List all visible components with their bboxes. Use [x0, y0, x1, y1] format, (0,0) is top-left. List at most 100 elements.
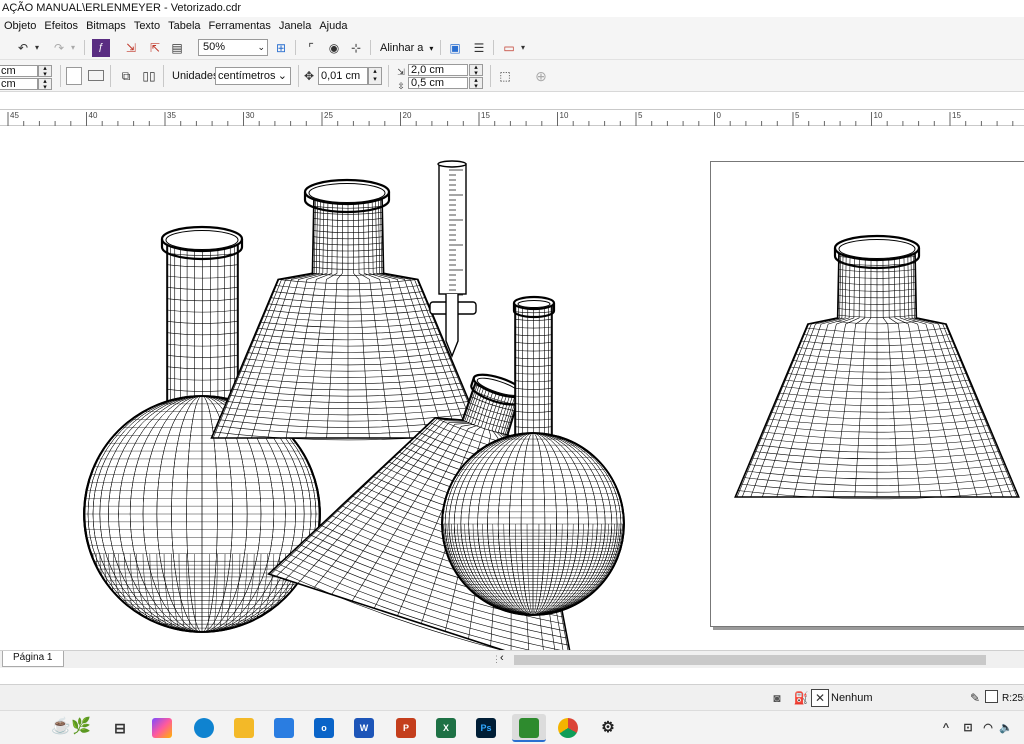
- welcome-screen-icon[interactable]: ▣: [446, 39, 464, 57]
- chevron-down-icon: ⌄: [257, 42, 265, 52]
- duplicate-x-spinner[interactable]: ▴ ▾: [469, 64, 483, 77]
- ruler-ticks: [7, 112, 1014, 126]
- color-proof-icon[interactable]: ◙: [768, 689, 786, 707]
- full-screen-icon[interactable]: ⊞: [272, 39, 290, 57]
- ruler-tick-label: 15: [481, 111, 490, 120]
- ruler-tick-label: 45: [10, 111, 19, 120]
- launch-dropdown-icon[interactable]: ▾: [518, 39, 528, 57]
- units-value: centímetros: [218, 70, 276, 82]
- publish-pdf-icon[interactable]: ▤: [168, 39, 186, 57]
- outline-color-swatch[interactable]: [985, 690, 998, 703]
- duplicate-x-field[interactable]: 2,0 cm: [408, 64, 468, 76]
- chevron-down-icon: ⌄: [277, 70, 287, 82]
- scroll-left-icon[interactable]: ‹: [500, 652, 504, 664]
- store-icon[interactable]: [274, 718, 294, 738]
- copilot-icon[interactable]: [152, 718, 172, 738]
- task-view-icon[interactable]: ⊟: [110, 718, 130, 738]
- page-width-spinner[interactable]: ▴ ▾: [38, 65, 52, 78]
- chrome-icon[interactable]: [558, 718, 578, 738]
- edge-icon[interactable]: [194, 718, 214, 738]
- horizontal-ruler[interactable]: 4540353025201510505101520: [0, 109, 1024, 126]
- no-fill-icon[interactable]: ✕: [811, 689, 829, 707]
- portrait-icon[interactable]: [66, 67, 82, 85]
- weather-widget-icon[interactable]: ☕🌿: [46, 717, 96, 739]
- menu-efeitos[interactable]: Efeitos: [44, 20, 78, 32]
- photoshop-icon[interactable]: Ps: [476, 718, 496, 738]
- word-icon[interactable]: W: [354, 718, 374, 738]
- menu-objeto[interactable]: Objeto: [4, 20, 36, 32]
- treat-as-filled-icon[interactable]: ⬚: [496, 67, 514, 85]
- menu-ferramentas[interactable]: Ferramentas: [209, 20, 271, 32]
- coreldraw-icon: [519, 718, 539, 738]
- launch-app-icon[interactable]: ▭: [500, 39, 518, 57]
- menu-texto[interactable]: Texto: [134, 20, 160, 32]
- file-explorer-icon[interactable]: [234, 718, 254, 738]
- options-icon[interactable]: ☰: [470, 39, 488, 57]
- menu-janela[interactable]: Janela: [279, 20, 311, 32]
- outlook-icon[interactable]: o: [314, 718, 334, 738]
- status-bar: ◙ ⛽ ✕ Nenhum ✎ R:255: [0, 684, 1024, 710]
- current-page-icon[interactable]: ▯▯: [140, 67, 158, 85]
- page-width-field[interactable]: cm: [0, 65, 38, 77]
- ruler-tick-label: 10: [873, 111, 883, 120]
- redo-dropdown-icon[interactable]: ▾: [68, 39, 78, 57]
- redo-icon[interactable]: ↷: [50, 39, 68, 57]
- round-flask-neck-right[interactable]: [514, 303, 553, 443]
- meet-now-icon[interactable]: ⊡: [958, 718, 978, 738]
- page-height-field[interactable]: cm: [0, 78, 38, 90]
- window-title: AÇÃO MANUAL\ERLENMEYER - Vetorizado.cdr: [0, 0, 1024, 17]
- align-to-button[interactable]: Alinhar a ▾: [380, 39, 433, 57]
- ruler-tick-label: 5: [795, 111, 800, 120]
- horizontal-scrollbar[interactable]: [514, 655, 986, 665]
- guidelines-icon[interactable]: ⊹: [347, 39, 365, 57]
- ruler-tick-label: 5: [638, 111, 643, 120]
- outline-pen-icon[interactable]: ✎: [966, 689, 984, 707]
- fill-bucket-icon[interactable]: ⛽: [792, 689, 810, 707]
- excel-icon[interactable]: X: [436, 718, 456, 738]
- printable-page[interactable]: [710, 161, 1024, 627]
- grid-icon[interactable]: ◉: [325, 39, 343, 57]
- nudge-distance-value: 0,01 cm: [321, 70, 361, 82]
- ruler-tick-label: 15: [952, 111, 961, 120]
- menu-tabela[interactable]: Tabela: [168, 20, 200, 32]
- wifi-icon[interactable]: ◠: [978, 718, 998, 738]
- ruler-tick-label: 20: [402, 111, 412, 120]
- ruler-tick-label: 25: [324, 111, 333, 120]
- rulers-icon[interactable]: ⌜: [302, 39, 320, 57]
- undo-icon[interactable]: ↶: [14, 39, 32, 57]
- units-select[interactable]: centímetros ⌄: [215, 67, 291, 85]
- page-flask-drawing[interactable]: [711, 162, 1024, 628]
- ruler-tick-label: 35: [167, 111, 176, 120]
- ruler-tick-label: 0: [716, 111, 721, 120]
- coreldraw-taskbar-button[interactable]: [512, 714, 546, 742]
- search-content-icon[interactable]: ƒ: [92, 39, 110, 57]
- nudge-icon: ✥: [303, 69, 315, 83]
- round-flask-body-right[interactable]: [441, 432, 625, 616]
- speaker-icon[interactable]: 🔈: [996, 718, 1016, 738]
- duplicate-y-value: 0,5 cm: [411, 77, 445, 89]
- menu-ajuda[interactable]: Ajuda: [319, 20, 347, 32]
- chevron-up-icon[interactable]: ^: [936, 718, 956, 738]
- duplicate-y-spinner[interactable]: ▴ ▾: [469, 77, 483, 90]
- zoom-level-value: 50%: [203, 41, 226, 53]
- erlenmeyer-flask-page[interactable]: [734, 249, 1020, 500]
- undo-dropdown-icon[interactable]: ▾: [32, 39, 42, 57]
- export-icon[interactable]: ⇱: [146, 39, 164, 57]
- page-width-value: cm: [1, 65, 16, 77]
- ruler-tick-label: 10: [559, 111, 569, 120]
- all-pages-icon[interactable]: ⧉: [117, 67, 135, 85]
- zoom-level-select[interactable]: 50% ⌄: [198, 39, 268, 56]
- powerpoint-icon[interactable]: P: [396, 718, 416, 738]
- menu-bitmaps[interactable]: Bitmaps: [86, 20, 126, 32]
- page-tabs-bar: Página 1 ⋮ ‹: [0, 650, 1024, 668]
- nudge-distance-field[interactable]: 0,01 cm: [318, 67, 368, 85]
- settings-gear-icon[interactable]: ⚙: [598, 718, 618, 738]
- outline-color-status: R:255: [1002, 692, 1024, 704]
- page-tab-1[interactable]: Página 1: [2, 651, 64, 667]
- page-height-spinner[interactable]: ▴ ▾: [38, 78, 52, 91]
- import-icon[interactable]: ⇲: [122, 39, 140, 57]
- nudge-spinner[interactable]: ▴ ▾: [368, 67, 382, 85]
- duplicate-y-field[interactable]: 0,5 cm: [408, 77, 468, 89]
- landscape-icon[interactable]: [88, 70, 104, 81]
- add-icon[interactable]: ⊕: [532, 67, 550, 85]
